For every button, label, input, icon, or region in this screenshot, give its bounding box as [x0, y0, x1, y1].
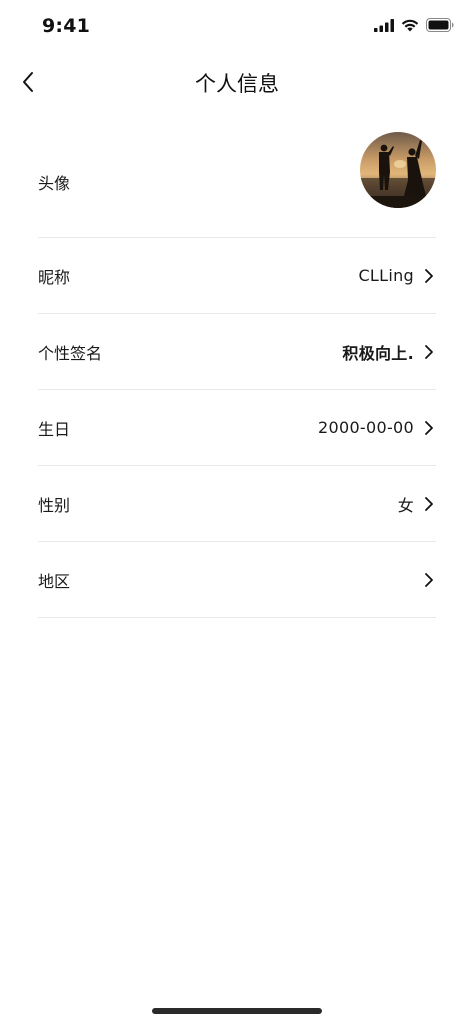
region-right: [414, 572, 436, 588]
signature-right: 积极向上.: [342, 340, 436, 364]
region-row[interactable]: 地区: [38, 542, 436, 618]
nickname-right: CLLing: [358, 266, 436, 285]
chevron-right-icon: [422, 496, 436, 512]
nav-bar: 个人信息: [0, 56, 474, 112]
avatar[interactable]: [360, 131, 436, 208]
page-title: 个人信息: [195, 72, 279, 96]
nickname-value: CLLing: [358, 266, 414, 285]
avatar-row[interactable]: 头像: [38, 126, 436, 238]
signature-row[interactable]: 个性签名 积极向上.: [38, 314, 436, 390]
birthday-right: 2000-00-00: [318, 418, 436, 437]
status-icons: [374, 18, 454, 32]
avatar-label: 头像: [38, 173, 71, 193]
wifi-icon: [401, 19, 419, 32]
status-time: 9:41: [42, 15, 91, 37]
home-indicator[interactable]: [152, 1008, 322, 1014]
battery-icon: [426, 18, 454, 32]
gender-right: 女: [398, 492, 436, 516]
signal-icon: [374, 18, 394, 32]
chevron-right-icon: [422, 420, 436, 436]
birthday-value: 2000-00-00: [318, 418, 414, 437]
gender-value: 女: [397, 495, 414, 515]
status-bar: 9:41: [0, 0, 474, 52]
nickname-label: 昵称: [38, 267, 71, 287]
nickname-row[interactable]: 昵称 CLLing: [38, 238, 436, 314]
chevron-right-icon: [422, 268, 436, 284]
profile-info-list: 头像 昵称 CLLing 个性签名 积极向上. 生日 2000-00-00 性别…: [38, 126, 436, 618]
region-label: 地区: [38, 571, 71, 591]
gender-label: 性别: [38, 495, 71, 515]
signature-value: 积极向上.: [342, 343, 414, 363]
gender-row[interactable]: 性别 女: [38, 466, 436, 542]
chevron-right-icon: [422, 572, 436, 588]
chevron-right-icon: [422, 344, 436, 360]
birthday-row[interactable]: 生日 2000-00-00: [38, 390, 436, 466]
signature-label: 个性签名: [38, 343, 103, 363]
birthday-label: 生日: [38, 419, 71, 439]
